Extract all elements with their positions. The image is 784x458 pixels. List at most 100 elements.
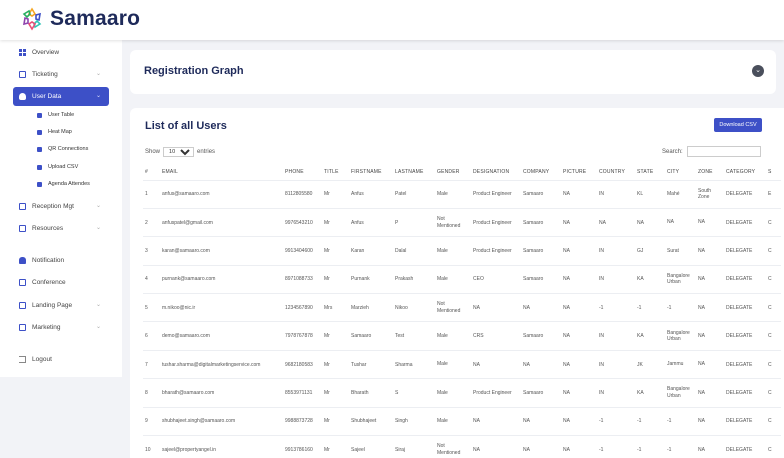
table-row[interactable]: 8 bharath@samaaro.com 8553971131 Mr Bharath S…	[143, 378, 781, 408]
table-cell: sajeel@propertyangel.in	[160, 435, 283, 458]
table-cell: Mr	[322, 378, 349, 408]
sidebar-subitem-heat-map[interactable]: Heat Map	[37, 126, 72, 138]
table-cell: Male	[435, 179, 471, 209]
upload-icon	[37, 164, 42, 170]
column-header[interactable]: CITY	[665, 164, 696, 180]
sidebar-subitem-agenda-attendes[interactable]: Agenda Attendes	[37, 178, 90, 190]
table-row[interactable]: 2 anfuspatel@gmail.com 9976543210 Mr Anfus P N…	[143, 207, 781, 237]
table-cell: Nikoo	[393, 293, 435, 322]
table-icon	[37, 112, 42, 118]
table-cell: NA	[561, 378, 597, 408]
table-cell: Not Mentioned	[435, 207, 471, 237]
table-cell: C	[766, 264, 781, 294]
table-cell: 9976543210	[283, 207, 322, 237]
table-cell: NA	[521, 435, 561, 458]
column-header[interactable]: S	[766, 164, 781, 180]
table-cell: NA	[471, 349, 521, 379]
table-cell: Samaaro	[349, 321, 393, 351]
sidebar-subitem-upload-csv[interactable]: Upload CSV	[37, 161, 78, 173]
sidebar-item-logout[interactable]: Logout	[13, 350, 109, 369]
column-header[interactable]: LASTNAME	[393, 164, 435, 180]
entries-select[interactable]: 10	[163, 147, 195, 157]
column-header[interactable]: COMPANY	[521, 164, 561, 180]
show-label: Show	[145, 149, 161, 155]
table-row[interactable]: 3 karan@samaaro.com 9913404600 Mr Karan Dalal…	[143, 236, 781, 266]
brand-logo[interactable]: Samaaro	[20, 7, 140, 31]
table-row[interactable]: 4 purnank@samaaro.com 8971088733 Mr Purnank P…	[143, 264, 781, 294]
sidebar-subitem-qr-connections[interactable]: QR Connections	[37, 143, 88, 155]
table-cell: Prakash	[393, 264, 435, 294]
column-header[interactable]: STATE	[635, 164, 665, 180]
table-row[interactable]: 9 shubhajeet.singh@samaaro.com 9988873728 M…	[143, 406, 781, 436]
table-cell: Jammu	[665, 349, 696, 379]
table-cell: demo@samaaro.com	[160, 321, 283, 351]
table-cell: 1	[143, 179, 160, 209]
sidebar-item-landing-page[interactable]: Landing Page ⌄	[13, 296, 109, 315]
table-row[interactable]: 10 sajeel@propertyangel.in 9913786160 Mr Saj…	[143, 435, 781, 458]
bell-icon	[19, 257, 26, 264]
table-cell: 8971088733	[283, 264, 322, 294]
table-row[interactable]: 7 tushar.sharma@digitalmarketingservice.c…	[143, 349, 781, 379]
table-cell: Shubhajeet	[349, 406, 393, 436]
sidebar-item-resources[interactable]: Resources ⌄	[13, 219, 109, 238]
table-cell: C	[766, 435, 781, 458]
sidebar-item-user-data[interactable]: User Data ⌄	[13, 87, 109, 106]
table-cell: -1	[597, 293, 635, 322]
table-row[interactable]: 1 anfus@samaaro.com 8112805580 Mr Anfus Patel…	[143, 179, 781, 209]
sidebar-item-ticketing[interactable]: Ticketing ⌄	[13, 65, 109, 84]
table-cell: 7	[143, 349, 160, 379]
table-cell: Male	[435, 406, 471, 436]
registration-graph-card: Registration Graph ⌄	[130, 50, 776, 94]
sidebar-item-reception-mgt[interactable]: Reception Mgt ⌄	[13, 197, 109, 216]
table-cell: anfuspatel@gmail.com	[160, 207, 283, 237]
column-header[interactable]: COUNTRY	[597, 164, 635, 180]
table-cell: 6	[143, 321, 160, 351]
table-cell: NA	[696, 321, 724, 351]
table-cell: 7978767878	[283, 321, 322, 351]
table-cell: JK	[635, 349, 665, 379]
column-header[interactable]: PHONE	[283, 164, 322, 180]
table-cell: Bharath	[349, 378, 393, 408]
table-cell: IN	[597, 378, 635, 408]
table-cell: Product Engineer	[471, 179, 521, 209]
table-cell: -1	[665, 435, 696, 458]
search-label: Search:	[662, 148, 683, 155]
table-cell: NA	[696, 378, 724, 408]
table-cell: Product Engineer	[471, 378, 521, 408]
table-cell: shubhajeet.singh@samaaro.com	[160, 406, 283, 436]
sidebar-item-overview[interactable]: Overview	[13, 43, 109, 62]
table-cell: 8112805580	[283, 179, 322, 209]
table-cell: karan@samaaro.com	[160, 236, 283, 266]
table-cell: Male	[435, 236, 471, 266]
table-cell: C	[766, 406, 781, 436]
table-cell: NA	[696, 236, 724, 266]
column-header[interactable]: TITLE	[322, 164, 349, 180]
column-header[interactable]: FIRSTNAME	[349, 164, 393, 180]
table-cell: Mr	[322, 406, 349, 436]
table-cell: 5	[143, 293, 160, 322]
sidebar-item-marketing[interactable]: Marketing ⌄	[13, 318, 109, 337]
sidebar-item-label: Marketing	[32, 324, 61, 331]
download-csv-button[interactable]: Download CSV	[714, 118, 762, 132]
table-cell: Mr	[322, 207, 349, 237]
table-cell: -1	[635, 435, 665, 458]
column-header[interactable]: EMAIL	[160, 164, 283, 180]
column-header[interactable]: ZONE	[696, 164, 724, 180]
sidebar-subitem-user-table[interactable]: User Table	[37, 109, 74, 121]
search-input[interactable]	[686, 146, 761, 157]
table-cell: C	[766, 321, 781, 351]
table-row[interactable]: 6 demo@samaaro.com 7978767878 Mr Samaaro Test…	[143, 321, 781, 351]
column-header[interactable]: #	[143, 164, 160, 180]
sidebar-item-notification[interactable]: Notification	[13, 251, 109, 270]
conference-icon	[19, 279, 26, 286]
column-header[interactable]: GENDER	[435, 164, 471, 180]
table-cell: KA	[635, 378, 665, 408]
table-cell: Bangalore Urban	[665, 264, 696, 294]
table-row[interactable]: 5 m.nikoo@nic.ir 1234567890 Mrs Marzieh Nikoo…	[143, 293, 781, 322]
chevron-down-icon[interactable]: ⌄	[752, 65, 764, 77]
sidebar-item-conference[interactable]: Conference	[13, 273, 109, 292]
column-header[interactable]: CATEGORY	[724, 164, 766, 180]
table-cell: Male	[435, 321, 471, 351]
column-header[interactable]: DESIGNATION	[471, 164, 521, 180]
column-header[interactable]: PICTURE	[561, 164, 597, 180]
